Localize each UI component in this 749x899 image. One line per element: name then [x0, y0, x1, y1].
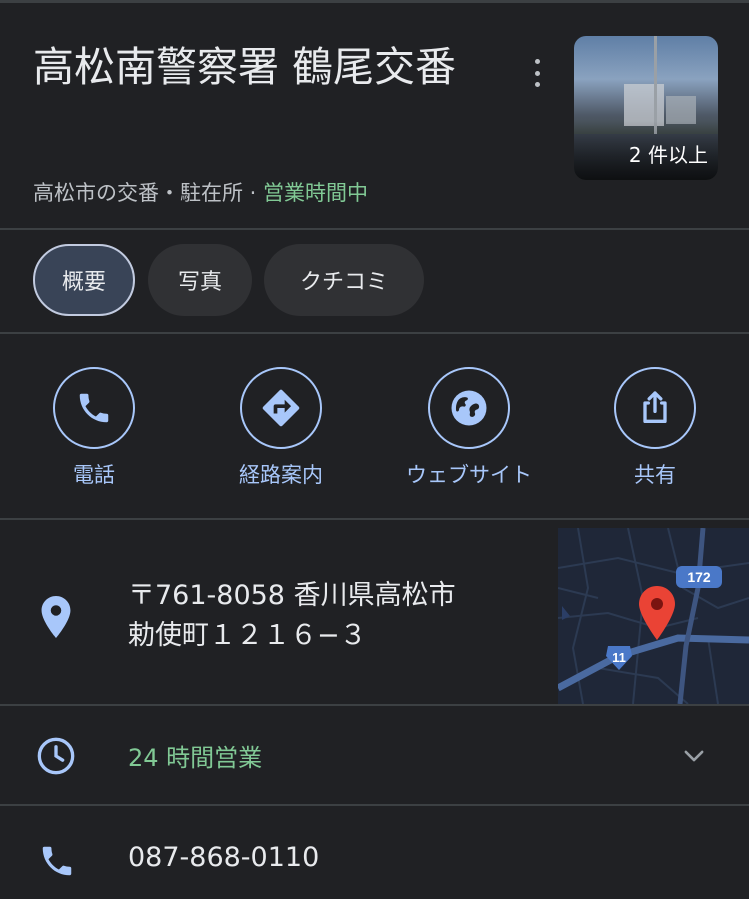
directions-icon — [262, 389, 300, 427]
tab-label: 写真 — [177, 270, 222, 295]
website-button[interactable]: ウェブサイト — [389, 367, 549, 489]
call-label: 電話 — [73, 463, 115, 487]
website-label: ウェブサイト — [406, 463, 532, 487]
place-title: 高松南警察署 鶴尾交番 — [33, 43, 457, 91]
call-button[interactable]: 電話 — [14, 367, 174, 489]
clock-icon — [37, 737, 75, 775]
tab-reviews[interactable]: クチコミ — [264, 244, 424, 316]
directions-button[interactable]: 経路案内 — [201, 367, 361, 489]
map-drawing: 172 11 — [558, 528, 749, 704]
place-category: 高松市の交番・駐在所 — [33, 181, 243, 205]
map-preview[interactable]: 172 11 — [558, 528, 749, 704]
share-label: 共有 — [634, 463, 676, 487]
route-badge-172: 172 — [687, 569, 711, 585]
open-status: 営業時間中 — [263, 181, 369, 205]
divider — [0, 704, 749, 706]
share-icon — [643, 391, 667, 423]
share-button[interactable]: 共有 — [575, 367, 735, 489]
top-edge-line — [0, 0, 749, 3]
chevron-down-icon[interactable] — [680, 742, 708, 770]
tab-label: 概要 — [61, 270, 106, 295]
directions-circle — [240, 367, 322, 449]
call-circle — [53, 367, 135, 449]
route-badge-11: 11 — [612, 650, 626, 665]
phone-number[interactable]: 087-868-0110 — [128, 842, 319, 873]
share-circle — [614, 367, 696, 449]
divider — [0, 804, 749, 806]
divider — [0, 228, 749, 230]
phone-icon — [79, 393, 109, 423]
photo-count: 2 件以上 — [628, 143, 708, 167]
address-text[interactable]: 〒761-8058 香川県高松市 勅使町１２１６−３ — [128, 576, 456, 656]
hours-text[interactable]: 24 時間営業 — [128, 738, 262, 773]
tab-overview[interactable]: 概要 — [33, 244, 135, 316]
address-line-1: 〒761-8058 香川県高松市 — [128, 580, 456, 611]
divider — [0, 332, 749, 334]
place-photo-thumbnail[interactable]: 2 件以上 — [574, 36, 718, 180]
tab-label: クチコミ — [299, 270, 388, 295]
photo-building — [624, 84, 664, 126]
subtitle-separator: · — [243, 181, 264, 205]
phone-icon — [42, 846, 72, 876]
website-circle — [428, 367, 510, 449]
more-options-icon[interactable] — [522, 56, 552, 90]
globe-icon — [451, 390, 487, 426]
tab-photos[interactable]: 写真 — [148, 244, 252, 316]
place-subtitle: 高松市の交番・駐在所 · 営業時間中 — [33, 176, 368, 210]
divider — [0, 518, 749, 520]
location-pin-icon — [41, 596, 71, 638]
address-line-2: 勅使町１２１６−３ — [128, 620, 367, 651]
directions-label: 経路案内 — [239, 463, 323, 487]
photo-building — [666, 96, 696, 124]
